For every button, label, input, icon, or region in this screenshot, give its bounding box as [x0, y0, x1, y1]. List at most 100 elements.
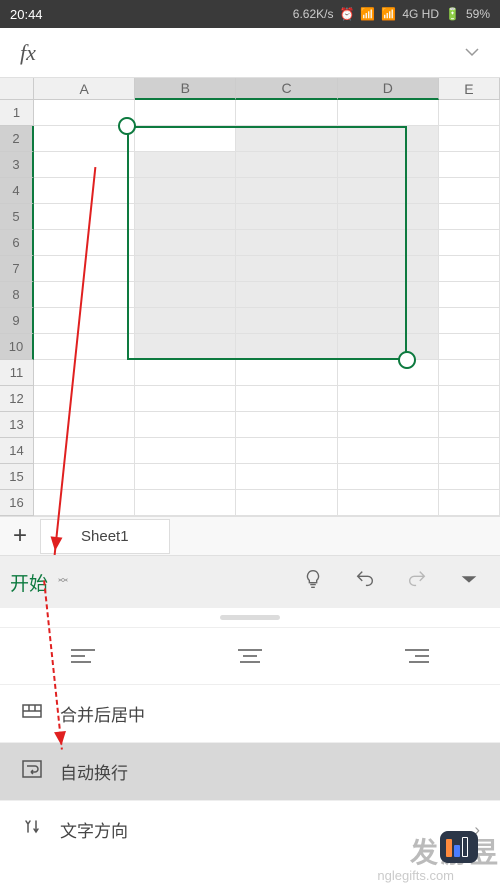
- cell[interactable]: [338, 282, 439, 308]
- cell[interactable]: [338, 126, 439, 152]
- cell[interactable]: [236, 100, 337, 126]
- cell[interactable]: [439, 334, 500, 360]
- add-sheet-button[interactable]: +: [0, 522, 40, 550]
- cell[interactable]: [439, 386, 500, 412]
- cell[interactable]: [439, 438, 500, 464]
- cell[interactable]: [338, 204, 439, 230]
- align-right-button[interactable]: [333, 646, 500, 666]
- cell[interactable]: [338, 464, 439, 490]
- cell[interactable]: [338, 256, 439, 282]
- col-header-C[interactable]: C: [236, 78, 337, 100]
- cell[interactable]: [439, 464, 500, 490]
- cell[interactable]: [34, 282, 135, 308]
- cell[interactable]: [135, 126, 236, 152]
- col-header-B[interactable]: B: [135, 78, 236, 100]
- cell[interactable]: [135, 256, 236, 282]
- cell[interactable]: [135, 204, 236, 230]
- cell[interactable]: [439, 490, 500, 516]
- cell[interactable]: [236, 230, 337, 256]
- row-header[interactable]: 7: [0, 256, 34, 282]
- row-header[interactable]: 8: [0, 282, 34, 308]
- cell[interactable]: [338, 308, 439, 334]
- cell[interactable]: [135, 438, 236, 464]
- cell[interactable]: [439, 204, 500, 230]
- ribbon-tab-start[interactable]: 开始 ︿﹀: [10, 569, 68, 596]
- panel-grabber[interactable]: [0, 608, 500, 628]
- col-header-A[interactable]: A: [34, 78, 135, 100]
- cell[interactable]: [135, 282, 236, 308]
- cell[interactable]: [439, 152, 500, 178]
- formula-bar[interactable]: fx: [0, 28, 500, 78]
- cell[interactable]: [338, 100, 439, 126]
- select-all-cell[interactable]: [0, 78, 34, 100]
- cell[interactable]: [439, 256, 500, 282]
- cell[interactable]: [135, 464, 236, 490]
- row-header[interactable]: 11: [0, 360, 34, 386]
- cell[interactable]: [236, 334, 337, 360]
- align-center-button[interactable]: [167, 646, 334, 666]
- selection-handle-bottomright[interactable]: [398, 351, 416, 369]
- merge-center-button[interactable]: 合并后居中: [0, 684, 500, 742]
- col-header-D[interactable]: D: [338, 78, 439, 100]
- cell[interactable]: [135, 360, 236, 386]
- cell[interactable]: [34, 490, 135, 516]
- row-header[interactable]: 9: [0, 308, 34, 334]
- cell[interactable]: [236, 464, 337, 490]
- more-icon[interactable]: [458, 568, 480, 596]
- align-left-button[interactable]: [0, 646, 167, 666]
- cell[interactable]: [439, 126, 500, 152]
- cell[interactable]: [236, 360, 337, 386]
- cell[interactable]: [135, 178, 236, 204]
- cell[interactable]: [338, 386, 439, 412]
- formula-dropdown-icon[interactable]: [464, 44, 480, 62]
- cell[interactable]: [236, 126, 337, 152]
- cell[interactable]: [338, 152, 439, 178]
- cell[interactable]: [338, 412, 439, 438]
- cell[interactable]: [338, 230, 439, 256]
- cell[interactable]: [34, 360, 135, 386]
- cell[interactable]: [34, 308, 135, 334]
- col-header-E[interactable]: E: [439, 78, 500, 100]
- row-header[interactable]: 13: [0, 412, 34, 438]
- row-header[interactable]: 2: [0, 126, 34, 152]
- cell[interactable]: [34, 178, 135, 204]
- cell[interactable]: [135, 412, 236, 438]
- row-header[interactable]: 4: [0, 178, 34, 204]
- cell[interactable]: [338, 334, 439, 360]
- undo-icon[interactable]: [354, 568, 376, 596]
- row-header[interactable]: 5: [0, 204, 34, 230]
- cell[interactable]: [236, 256, 337, 282]
- cell[interactable]: [439, 308, 500, 334]
- row-header[interactable]: 12: [0, 386, 34, 412]
- cell[interactable]: [236, 204, 337, 230]
- cell[interactable]: [338, 360, 439, 386]
- cell[interactable]: [236, 308, 337, 334]
- row-header[interactable]: 6: [0, 230, 34, 256]
- cell[interactable]: [236, 386, 337, 412]
- row-header[interactable]: 15: [0, 464, 34, 490]
- cell[interactable]: [135, 490, 236, 516]
- cell[interactable]: [439, 230, 500, 256]
- cell[interactable]: [135, 386, 236, 412]
- wrap-text-button[interactable]: 自动换行: [0, 742, 500, 800]
- cell[interactable]: [236, 178, 337, 204]
- cell[interactable]: [135, 230, 236, 256]
- lightbulb-icon[interactable]: [302, 568, 324, 596]
- cell[interactable]: [439, 360, 500, 386]
- cell[interactable]: [338, 490, 439, 516]
- cell[interactable]: [236, 282, 337, 308]
- cell[interactable]: [338, 178, 439, 204]
- cell[interactable]: [34, 152, 135, 178]
- row-header[interactable]: 14: [0, 438, 34, 464]
- cell[interactable]: [236, 490, 337, 516]
- row-header[interactable]: 16: [0, 490, 34, 516]
- cell[interactable]: [135, 308, 236, 334]
- cell[interactable]: [135, 152, 236, 178]
- cell[interactable]: [439, 412, 500, 438]
- spreadsheet-grid[interactable]: A B C D E 1 2 3 4 5 6 7 8 9 10 11 12 13 …: [0, 78, 500, 516]
- cell[interactable]: [338, 438, 439, 464]
- row-header[interactable]: 3: [0, 152, 34, 178]
- cell[interactable]: [439, 178, 500, 204]
- selection-handle-topleft[interactable]: [118, 117, 136, 135]
- cell[interactable]: [439, 100, 500, 126]
